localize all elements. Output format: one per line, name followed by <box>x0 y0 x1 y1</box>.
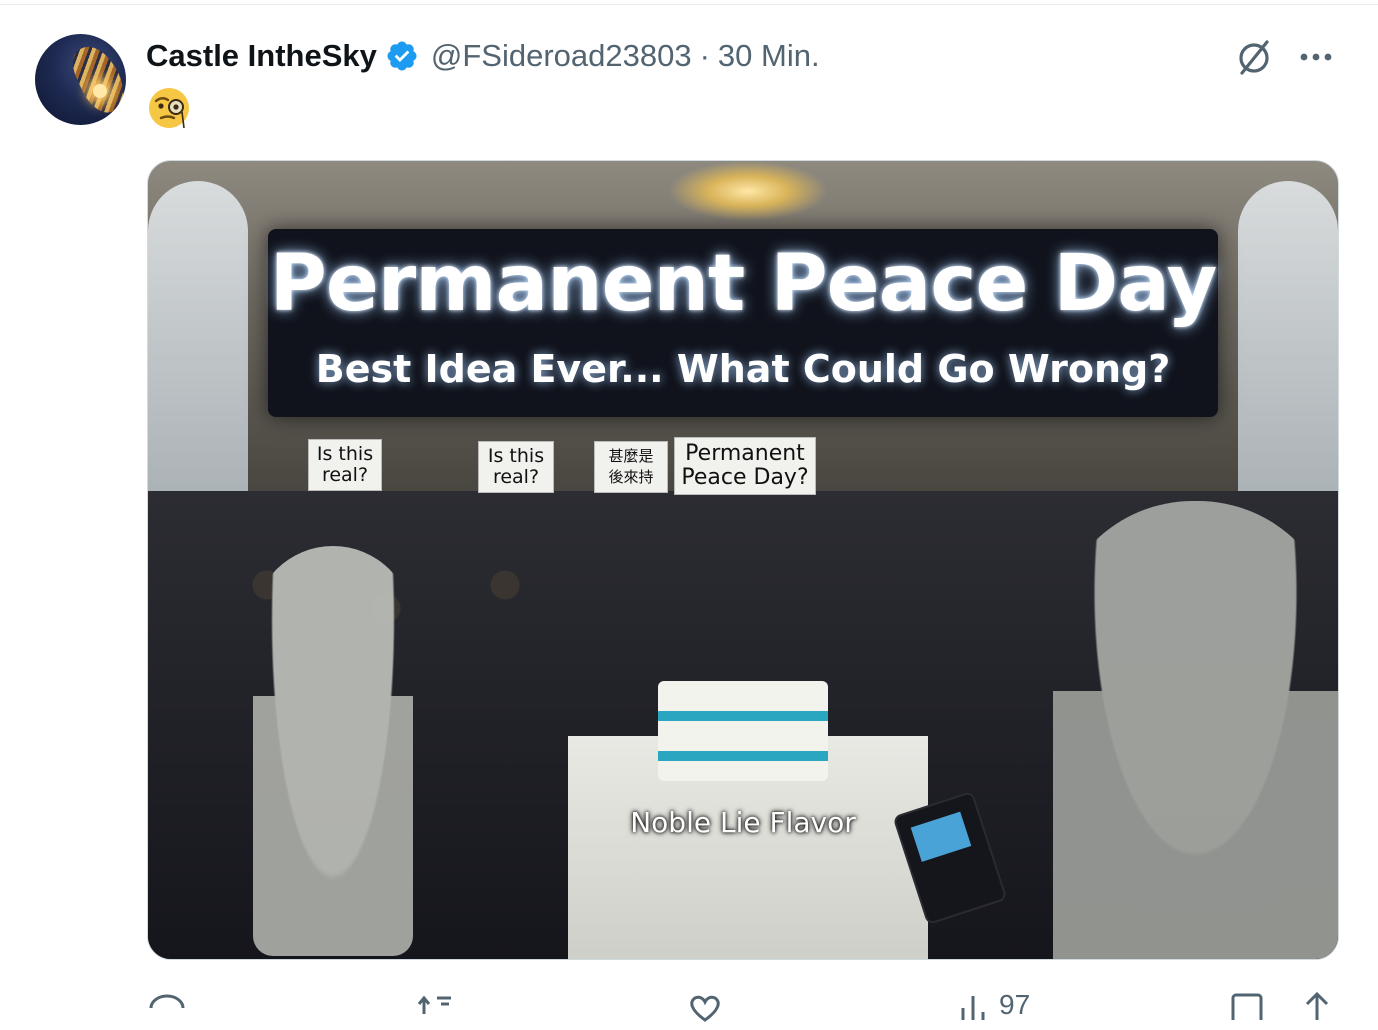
image-banner: Permanent Peace Day Best Idea Ever... Wh… <box>268 229 1218 417</box>
display-name[interactable]: Castle IntheSky <box>146 38 377 74</box>
avatar-spiral-graphic <box>66 38 126 120</box>
reply-button[interactable] <box>147 990 187 1010</box>
crowd-sign: Permanent Peace Day? <box>674 437 816 495</box>
reply-icon <box>149 994 185 1009</box>
cake-label: Noble Lie Flavor <box>630 806 856 839</box>
timestamp[interactable]: 30 Min. <box>718 38 820 74</box>
ballroom-window-right <box>1238 181 1338 521</box>
top-divider <box>0 4 1378 5</box>
share-button[interactable] <box>1297 990 1337 1020</box>
alien-left <box>253 546 413 956</box>
views-button[interactable]: 97 <box>955 990 1030 1020</box>
avatar[interactable] <box>35 34 126 125</box>
chandelier <box>668 161 828 221</box>
tweet-header: Castle IntheSky @FSideroad23803 · 30 Min… <box>146 36 820 76</box>
phone-screen <box>910 811 972 862</box>
cake <box>658 681 828 781</box>
bookmark-icon <box>1231 993 1263 1020</box>
crowd-sign: 甚麼是 後來持 <box>594 441 668 493</box>
views-icon <box>961 996 985 1020</box>
repost-icon <box>417 995 451 1014</box>
tweet-image[interactable]: Permanent Peace Day Best Idea Ever... Wh… <box>147 160 1339 960</box>
heart-icon <box>690 995 720 1022</box>
banner-title: Permanent Peace Day <box>269 239 1218 329</box>
separator-dot: · <box>699 38 710 73</box>
more-icon[interactable] <box>1296 44 1336 70</box>
repost-button[interactable] <box>415 990 455 1014</box>
crowd-sign: Is this real? <box>308 439 382 491</box>
alien-right <box>1053 501 1338 959</box>
share-icon <box>1305 991 1329 1020</box>
ballroom-window-left <box>148 181 248 521</box>
action-bar: 97 <box>147 990 1337 1022</box>
views-count: 97 <box>999 989 1031 1020</box>
crowd-sign: Is this real? <box>478 441 554 493</box>
grok-icon[interactable] <box>1234 37 1274 77</box>
banner-subtitle: Best Idea Ever... What Could Go Wrong? <box>315 347 1171 391</box>
avatar-glow-graphic <box>93 84 107 98</box>
bookmark-button[interactable] <box>1227 990 1267 1020</box>
like-button[interactable] <box>685 990 725 1022</box>
verified-badge-icon[interactable] <box>385 39 419 73</box>
handle[interactable]: @FSideroad23803 <box>431 38 692 74</box>
monocle-face-emoji <box>149 88 189 129</box>
